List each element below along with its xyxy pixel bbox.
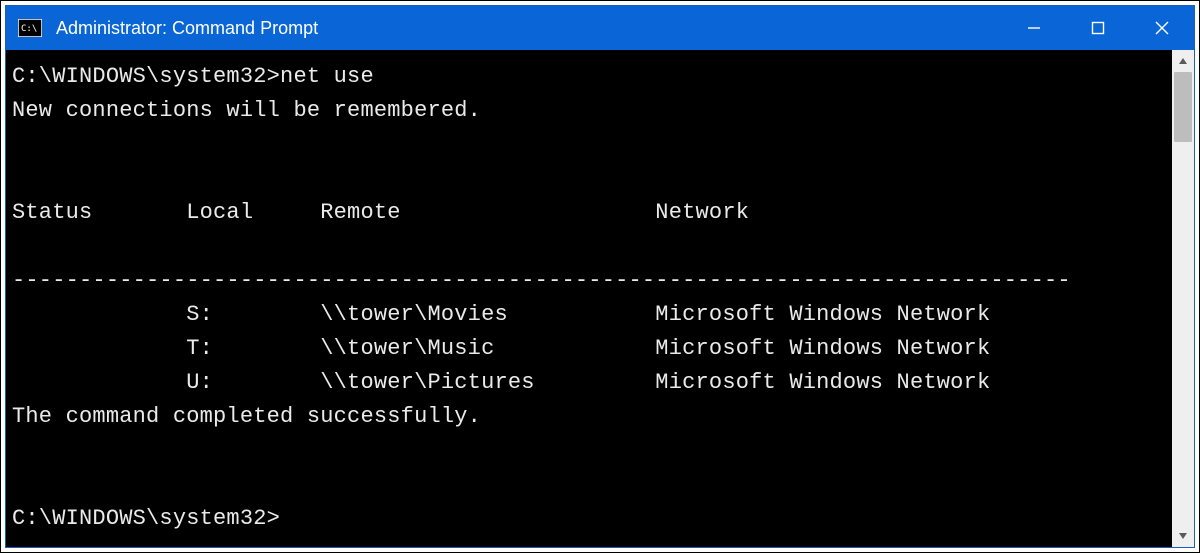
svg-text:C:\: C:\ — [21, 24, 37, 34]
scroll-down-arrow-icon[interactable] — [1172, 525, 1194, 547]
command-prompt-window: C:\ Administrator: Command Prompt C:\WIN… — [5, 5, 1195, 548]
maximize-button[interactable] — [1066, 6, 1130, 50]
scrollbar-thumb[interactable] — [1174, 72, 1192, 142]
scrollbar-track[interactable] — [1172, 72, 1194, 525]
client-area: C:\WINDOWS\system32>net use New connecti… — [6, 50, 1194, 547]
scrollbar-vertical[interactable] — [1172, 50, 1194, 547]
window-title: Administrator: Command Prompt — [56, 18, 1002, 39]
close-button[interactable] — [1130, 6, 1194, 50]
window-buttons — [1002, 6, 1194, 50]
minimize-button[interactable] — [1002, 6, 1066, 50]
terminal-output[interactable]: C:\WINDOWS\system32>net use New connecti… — [6, 50, 1172, 547]
titlebar[interactable]: C:\ Administrator: Command Prompt — [6, 6, 1194, 50]
cmd-icon: C:\ — [16, 17, 44, 39]
scroll-up-arrow-icon[interactable] — [1172, 50, 1194, 72]
